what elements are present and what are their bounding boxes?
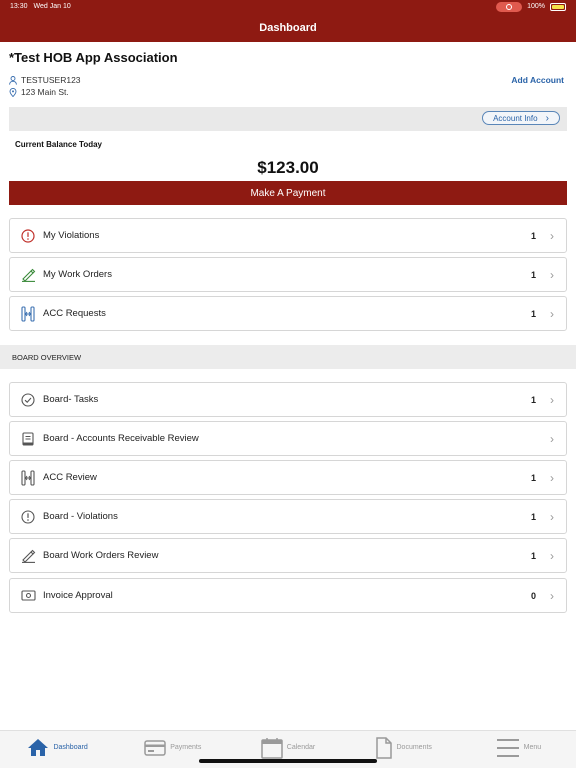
chevron-right-icon: ›: [550, 548, 554, 563]
make-payment-button[interactable]: Make A Payment: [9, 181, 567, 205]
card-label: Board - Accounts Receivable Review: [43, 433, 199, 444]
tab-label: Dashboard: [53, 744, 88, 751]
card-invoice-approval[interactable]: Invoice Approval 0 ›: [9, 578, 567, 613]
chevron-right-icon: ›: [550, 392, 554, 407]
battery-icon: [550, 2, 566, 11]
document-icon: [375, 736, 392, 759]
card-label: My Violations: [43, 230, 100, 241]
make-payment-label: Make A Payment: [250, 187, 326, 199]
card-board-violations[interactable]: Board - Violations 1 ›: [9, 499, 567, 534]
association-name: *Test HOB App Association: [9, 50, 178, 65]
card-count: 1: [530, 308, 536, 319]
acc-icon: [20, 469, 36, 486]
card-count: 0: [530, 590, 536, 601]
address-line: 123 Main St.: [9, 87, 69, 97]
tab-dashboard[interactable]: Dashboard: [0, 731, 115, 768]
chevron-right-icon: ›: [550, 509, 554, 524]
user-id: TESTUSER123: [21, 75, 81, 85]
chevron-right-icon: ›: [550, 431, 554, 446]
ledger-icon: [20, 431, 36, 447]
card-count: 1: [530, 550, 536, 561]
address: 123 Main St.: [21, 87, 69, 97]
page-title: Dashboard: [259, 21, 317, 34]
alert-circle-icon: [20, 509, 36, 525]
account-info-button[interactable]: Account Info ›: [482, 111, 560, 125]
card-acc-requests[interactable]: ACC Requests 1 ›: [9, 296, 567, 331]
tab-label: Payments: [170, 744, 202, 751]
board-overview-header: BOARD OVERVIEW: [0, 345, 576, 369]
calendar-icon: [261, 737, 283, 759]
tab-label: Menu: [523, 744, 542, 751]
balance-amount: $123.00: [257, 158, 319, 177]
location-pin-icon: [9, 87, 17, 97]
card-my-violations[interactable]: My Violations 1 ›: [9, 218, 567, 253]
add-account-link[interactable]: Add Account: [511, 75, 564, 85]
work-order-icon: [20, 548, 36, 564]
chevron-right-icon: ›: [545, 112, 549, 124]
card-count: 1: [530, 472, 536, 483]
account-info-label: Account Info: [493, 113, 538, 123]
work-order-icon: [20, 267, 36, 283]
balance-label: Current Balance Today: [15, 140, 102, 149]
user-line: TESTUSER123: [9, 75, 81, 85]
status-bar: 13:30 Wed Jan 10 100%: [0, 0, 576, 13]
card-count: 1: [530, 511, 536, 522]
card-board-tasks[interactable]: Board- Tasks 1 ›: [9, 382, 567, 417]
card-count: 1: [530, 269, 536, 280]
chevron-right-icon: ›: [550, 306, 554, 321]
home-indicator[interactable]: [199, 759, 377, 763]
card-label: Board - Violations: [43, 511, 118, 522]
card-label: Invoice Approval: [43, 590, 113, 601]
card-label: Board- Tasks: [43, 394, 99, 405]
card-acc-review[interactable]: ACC Review 1 ›: [9, 460, 567, 495]
card-label: ACC Review: [43, 472, 97, 483]
account-info-strip: Account Info ›: [9, 107, 567, 131]
user-icon: [9, 75, 17, 85]
card-count: 1: [530, 230, 536, 241]
chevron-right-icon: ›: [550, 588, 554, 603]
status-date: Wed Jan 10: [33, 3, 71, 10]
card-board-work-orders-review[interactable]: Board Work Orders Review 1 ›: [9, 538, 567, 573]
money-icon: [20, 588, 36, 604]
chevron-right-icon: ›: [550, 228, 554, 243]
nav-bar: Dashboard: [0, 13, 576, 42]
card-count: 1: [530, 394, 536, 405]
home-icon: [28, 739, 49, 756]
status-time: 13:30: [10, 3, 28, 10]
menu-icon: [496, 738, 519, 757]
card-label: My Work Orders: [43, 269, 112, 280]
card-label: ACC Requests: [43, 308, 106, 319]
alert-circle-icon: [20, 228, 36, 244]
check-circle-icon: [20, 392, 36, 408]
tab-label: Calendar: [286, 744, 316, 751]
battery-percent: 100%: [527, 3, 545, 10]
status-right: 100%: [496, 1, 566, 12]
card-icon: [144, 739, 166, 756]
tab-menu[interactable]: Menu: [461, 731, 576, 768]
card-board-accounts-receivable-review[interactable]: Board - Accounts Receivable Review ›: [9, 421, 567, 456]
card-label: Board Work Orders Review: [43, 550, 159, 561]
card-my-work-orders[interactable]: My Work Orders 1 ›: [9, 257, 567, 292]
tab-label: Documents: [396, 744, 432, 751]
chevron-right-icon: ›: [550, 267, 554, 282]
acc-icon: [20, 305, 36, 322]
screen-record-icon: [496, 1, 523, 12]
chevron-right-icon: ›: [550, 470, 554, 485]
